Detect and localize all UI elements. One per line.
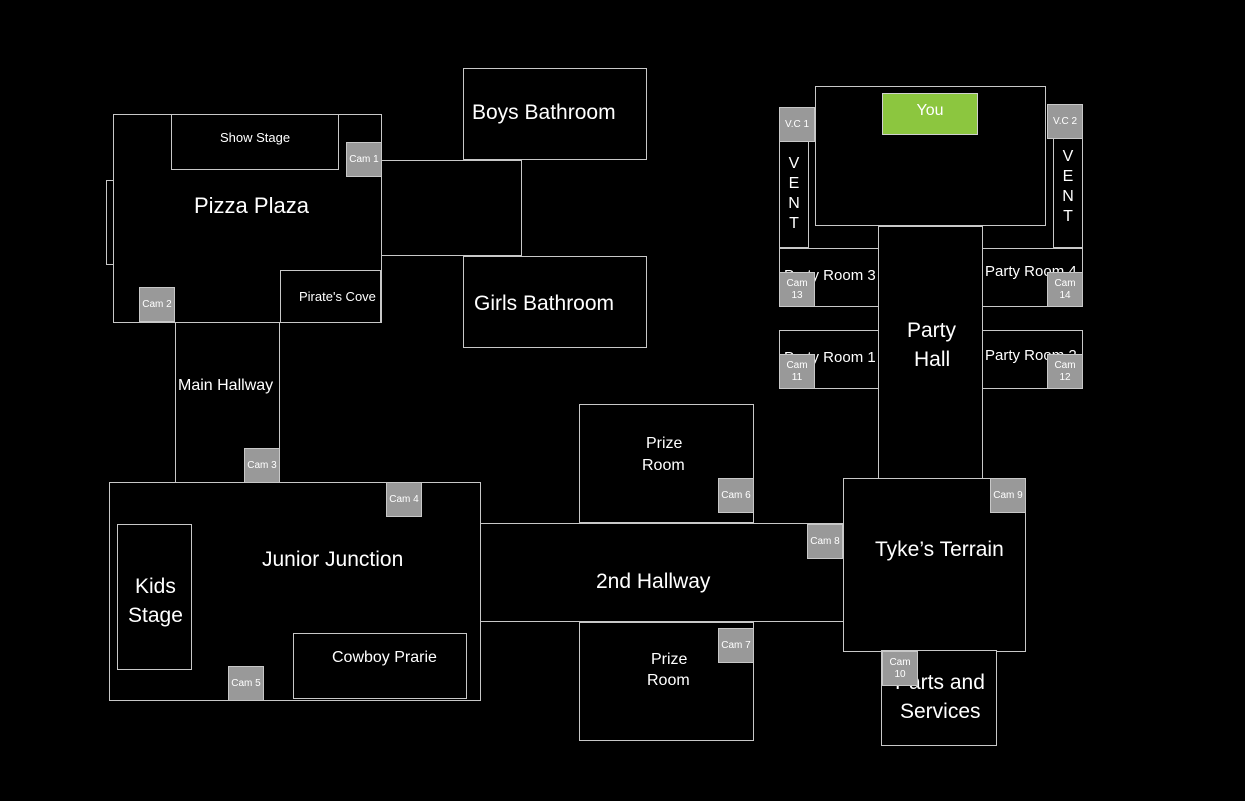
bathroom-corridor — [381, 160, 522, 256]
room-label-pirates-cove: Pirate's Cove — [299, 289, 376, 304]
room-label-prize-room-bottom-line1: Prize — [651, 651, 688, 668]
camera-button-cam-5[interactable]: Cam 5 — [228, 666, 264, 701]
camera-button-cam-10[interactable]: Cam 10 — [882, 651, 918, 686]
room-label-party-hall-line1: Party — [907, 319, 957, 342]
room-label-tykes-terrain: Tyke’s Terrain — [875, 538, 1004, 561]
player-you-marker: You — [882, 93, 978, 135]
room-label-cowboy-prarie: Cowboy Prarie — [332, 649, 437, 666]
room-label-prize-room-top-line1: Prize — [646, 435, 683, 452]
room-label-boys-bathroom: Boys Bathroom — [472, 101, 616, 124]
camera-button-cam-1[interactable]: Cam 1 — [346, 142, 382, 177]
room-girls-bathroom: Girls Bathroom — [463, 256, 647, 348]
room-boys-bathroom: Boys Bathroom — [463, 68, 647, 160]
vent-camera-button-vc-2[interactable]: V.C 2 — [1047, 104, 1083, 139]
room-show-stage: Show Stage — [171, 114, 339, 170]
room-label-pizza-plaza: Pizza Plaza — [194, 193, 309, 218]
room-label-kids-stage-line1: Kids — [135, 575, 176, 598]
room-label-junior-junction: Junior Junction — [262, 548, 404, 571]
room-label-main-hallway: Main Hallway — [178, 377, 274, 394]
camera-button-cam-8[interactable]: Cam 8 — [807, 524, 843, 559]
camera-button-cam-7[interactable]: Cam 7 — [718, 628, 754, 663]
camera-button-cam-3[interactable]: Cam 3 — [244, 448, 280, 483]
vent-right-label: V E N T — [1062, 148, 1074, 225]
room-label-prize-room-top-line2: Room — [642, 457, 685, 474]
vent-left-label: V E N T — [788, 155, 800, 232]
vent-right: V E N T — [1053, 138, 1083, 248]
room-label-second-hallway: 2nd Hallway — [596, 570, 711, 593]
camera-label-cam-10-line2: 10 — [894, 668, 906, 680]
camera-button-cam-2[interactable]: Cam 2 — [139, 287, 175, 322]
camera-button-cam-12[interactable]: Cam 12 — [1047, 354, 1083, 389]
camera-button-cam-6[interactable]: Cam 6 — [718, 478, 754, 513]
camera-button-cam-11[interactable]: Cam 11 — [779, 354, 815, 389]
room-second-hallway: 2nd Hallway — [480, 523, 844, 622]
vent-camera-button-vc-1[interactable]: V.C 1 — [779, 107, 815, 142]
room-label-party-hall-line2: Hall — [914, 348, 951, 371]
vent-left: V E N T — [779, 140, 809, 248]
room-label-parts-services-line2: Services — [900, 700, 981, 723]
camera-button-cam-14[interactable]: Cam 14 — [1047, 272, 1083, 307]
camera-label-cam-10-line1: Cam — [889, 656, 911, 668]
room-party-hall: Party Hall — [878, 226, 983, 480]
room-label-prize-room-bottom-line2: Room — [647, 672, 690, 689]
camera-button-cam-4[interactable]: Cam 4 — [386, 482, 422, 517]
room-pirates-cove: Pirate's Cove — [280, 270, 381, 323]
room-kids-stage: Kids Stage — [117, 524, 192, 670]
room-label-show-stage: Show Stage — [220, 130, 291, 145]
room-label-girls-bathroom: Girls Bathroom — [474, 292, 615, 315]
room-cowboy-prarie: Cowboy Prarie — [293, 633, 467, 699]
camera-button-cam-13[interactable]: Cam 13 — [779, 272, 815, 307]
room-label-kids-stage-line2: Stage — [128, 604, 183, 627]
camera-button-cam-9[interactable]: Cam 9 — [990, 478, 1026, 513]
